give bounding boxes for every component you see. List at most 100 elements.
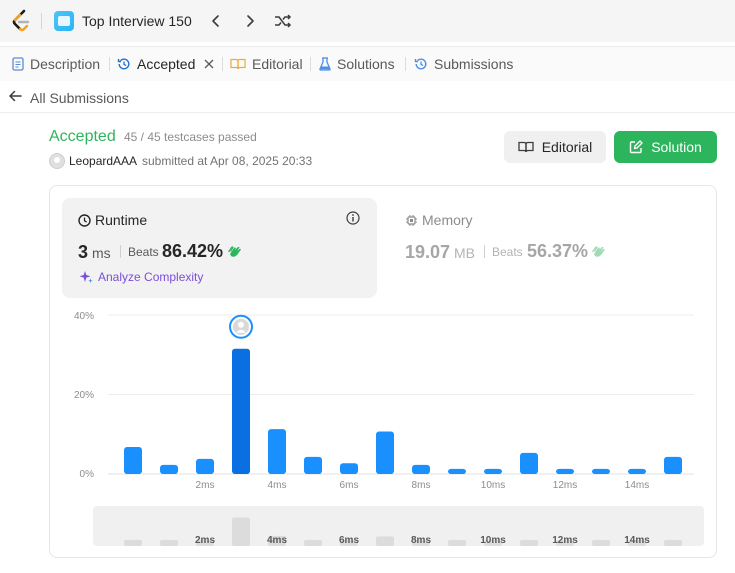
runtime-separator: [120, 245, 121, 258]
x-tick-label: 8ms: [411, 480, 431, 491]
runtime-bar[interactable]: [268, 429, 286, 474]
close-icon[interactable]: [204, 59, 214, 69]
tab-editorial[interactable]: Editorial: [230, 56, 303, 72]
random-problem-button[interactable]: [272, 10, 294, 32]
x-tick-label: 4ms: [267, 480, 287, 491]
editorial-button-label: Editorial: [541, 139, 593, 155]
tab-editorial-label: Editorial: [252, 56, 303, 72]
x-tick-label: 14ms: [624, 480, 650, 491]
overview-bar: [160, 540, 178, 546]
leetcode-logo-icon[interactable]: [10, 9, 32, 33]
runtime-title: Runtime: [78, 212, 147, 228]
memory-beats-label: Beats: [492, 245, 523, 259]
x-tick-label: 12ms: [552, 480, 578, 491]
runtime-unit: ms: [92, 245, 111, 261]
prev-problem-button[interactable]: [205, 10, 227, 32]
runtime-bar[interactable]: [340, 463, 358, 474]
tab-submissions[interactable]: Submissions: [414, 56, 513, 72]
history-icon: [414, 58, 427, 70]
tab-solutions-label: Solutions: [337, 56, 395, 72]
clapping-hands-icon: [228, 246, 241, 257]
arrow-left-icon[interactable]: [8, 89, 22, 103]
sparkle-icon: [79, 271, 93, 283]
runtime-value: 3: [78, 242, 89, 262]
solution-button-label: Solution: [651, 139, 702, 155]
submission-status: Accepted: [49, 128, 116, 145]
memory-value: 19.07: [405, 242, 451, 262]
y-tick-label: 40%: [73, 311, 94, 322]
overview-bar: [520, 540, 538, 546]
your-submission-avatar[interactable]: [229, 314, 253, 339]
runtime-bar[interactable]: [196, 458, 214, 474]
testcases-passed: 45 / 45 testcases passed: [124, 130, 257, 144]
next-problem-button[interactable]: [239, 10, 261, 32]
overview-bar: [592, 540, 610, 546]
editorial-button[interactable]: Editorial: [504, 131, 606, 163]
runtime-bar[interactable]: [556, 468, 574, 474]
study-plan-icon[interactable]: [54, 11, 74, 31]
runtime-bar[interactable]: [412, 464, 430, 474]
runtime-beats-value: 86.42%: [162, 241, 224, 261]
overview-bar: [124, 539, 142, 546]
tab-divider: [222, 57, 223, 71]
tab-bar: Description Accepted Editorial Solutions…: [0, 46, 735, 81]
runtime-bar[interactable]: [520, 452, 538, 474]
runtime-bar[interactable]: [304, 456, 322, 474]
edit-icon: [630, 140, 643, 154]
runtime-bar[interactable]: [664, 456, 682, 474]
solution-button[interactable]: Solution: [614, 131, 717, 163]
x-tick-label: 10ms: [480, 480, 506, 491]
x-tick-label: 6ms: [339, 480, 359, 491]
analyze-complexity-button[interactable]: Analyze Complexity: [79, 270, 203, 284]
study-plan-title[interactable]: Top Interview 150: [82, 13, 192, 29]
info-icon[interactable]: [346, 211, 360, 225]
overview-tick-label: 4ms: [266, 535, 287, 546]
runtime-beats-label: Beats: [128, 245, 159, 259]
runtime-bar[interactable]: [448, 468, 466, 474]
chip-icon: [406, 214, 417, 226]
username[interactable]: LeopardAAA: [69, 154, 137, 168]
back-row: All Submissions: [0, 81, 735, 113]
runtime-bar[interactable]: [628, 468, 646, 474]
tab-description-label: Description: [30, 56, 101, 72]
chart-overview-scrollbar[interactable]: 2ms 4ms 6ms 8ms 10ms 12ms 14ms: [93, 506, 704, 546]
runtime-distribution-chart: 40% 20% 0% 2ms 4ms 6ms 8ms 10ms 12ms 14ms: [62, 305, 707, 500]
overview-tick-label: 8ms: [410, 535, 431, 546]
tab-solutions[interactable]: Solutions: [319, 56, 395, 72]
topbar-divider: [41, 13, 42, 29]
runtime-bar[interactable]: [160, 464, 178, 474]
analyze-complexity-label: Analyze Complexity: [98, 270, 204, 284]
submitted-time: submitted at Apr 08, 2025 20:33: [142, 154, 313, 168]
top-bar: Top Interview 150: [0, 0, 735, 42]
runtime-title-label: Runtime: [95, 212, 148, 228]
book-icon: [230, 58, 246, 70]
y-tick-label: 20%: [73, 390, 94, 401]
tab-accepted[interactable]: Accepted: [117, 56, 214, 72]
user-avatar[interactable]: [49, 153, 65, 169]
overview-bar: [664, 540, 682, 546]
overview-bar: [304, 540, 322, 546]
memory-unit: MB: [454, 245, 475, 261]
runtime-bar[interactable]: [376, 431, 394, 474]
overview-tick-label: 14ms: [624, 535, 650, 546]
y-tick-label: 0%: [79, 469, 94, 480]
memory-beats-value: 56.37%: [527, 241, 589, 261]
all-submissions-link[interactable]: All Submissions: [30, 90, 129, 106]
book-icon: [518, 141, 534, 153]
runtime-bar[interactable]: [124, 446, 142, 474]
selected-runtime-bar[interactable]: [232, 348, 250, 474]
overview-tick-label: 6ms: [338, 535, 359, 546]
tab-divider: [405, 57, 406, 71]
overview-bar: [448, 540, 466, 546]
tab-description[interactable]: Description: [12, 56, 100, 72]
overview-tick-label: 12ms: [552, 535, 578, 546]
overview-tick-label: 10ms: [480, 535, 506, 546]
description-icon: [12, 57, 24, 71]
overview-bar: [376, 536, 394, 546]
runtime-bar[interactable]: [484, 468, 502, 474]
tab-accepted-label: Accepted: [137, 56, 196, 72]
tab-submissions-label: Submissions: [434, 56, 514, 72]
memory-title[interactable]: Memory: [405, 212, 473, 228]
x-tick-label: 2ms: [195, 480, 215, 491]
runtime-bar[interactable]: [592, 468, 610, 474]
